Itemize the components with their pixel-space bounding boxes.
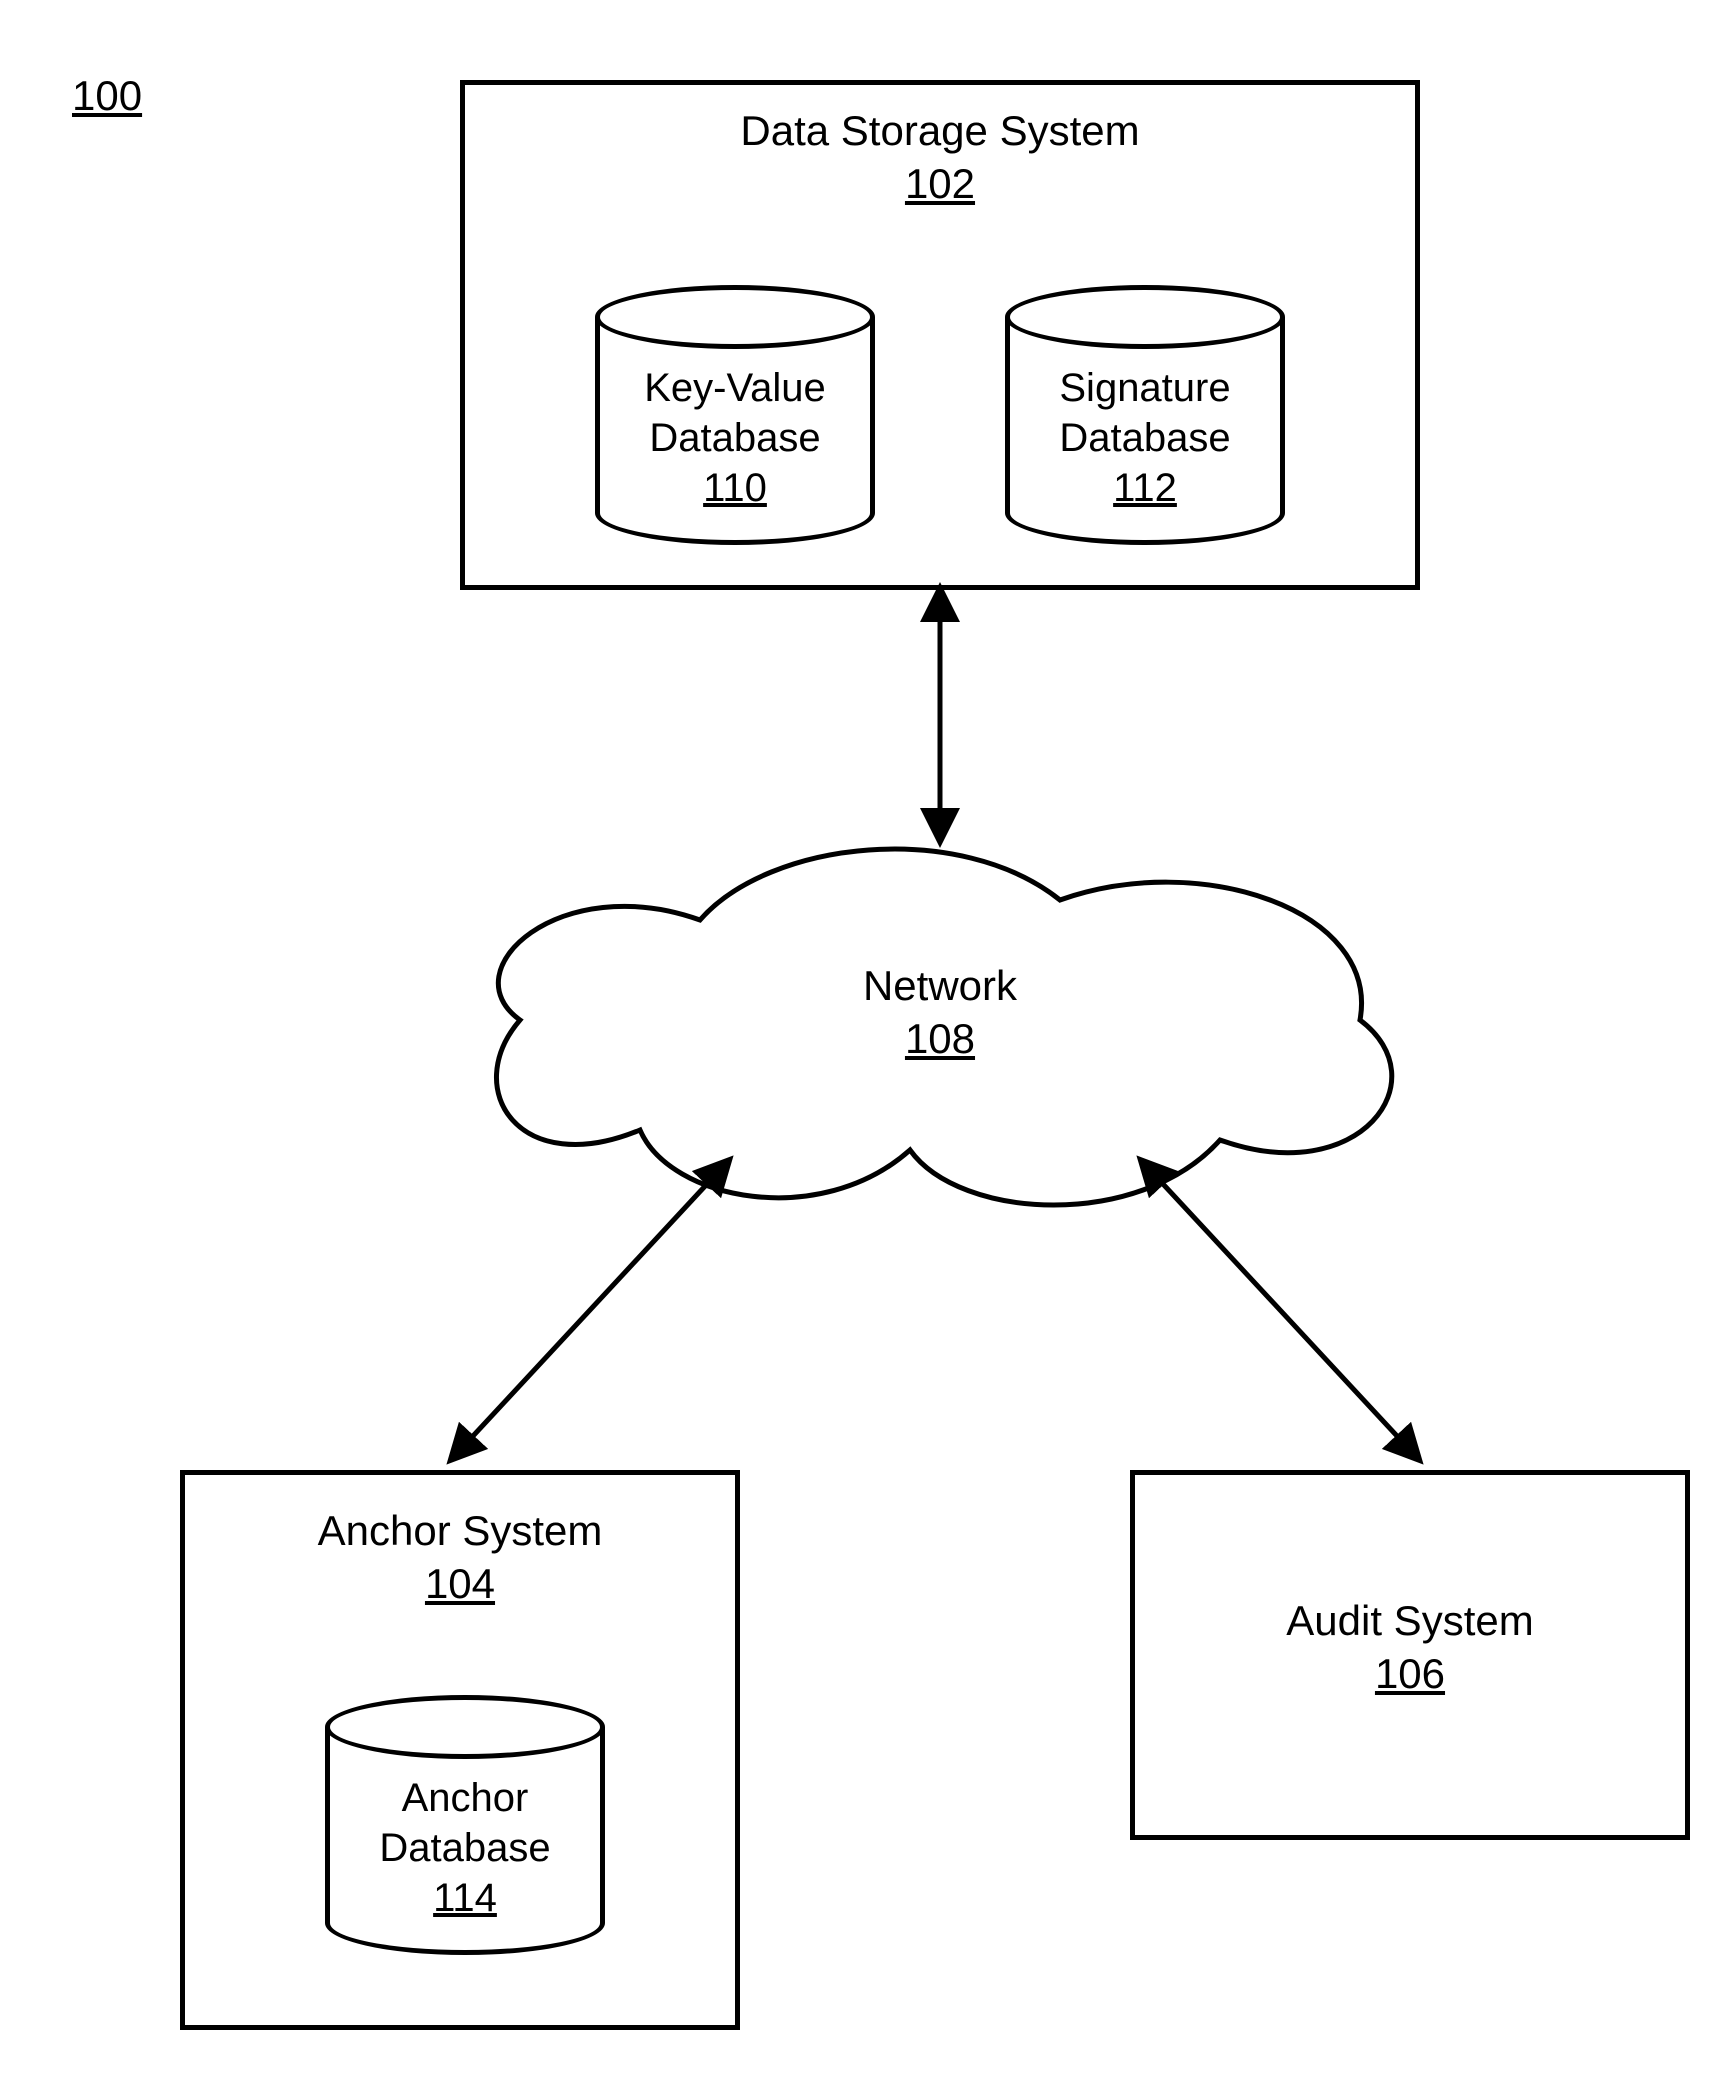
data-storage-system-box: Data Storage System 102 Key-Value Databa…	[460, 80, 1420, 590]
sig-db-line2: Database	[1059, 416, 1230, 460]
data-storage-system-ref: 102	[905, 158, 975, 211]
signature-database-cylinder: Signature Database 112	[1005, 285, 1285, 545]
sig-db-line1: Signature	[1059, 366, 1230, 410]
network-ref: 108	[905, 1015, 975, 1062]
anchor-database-label: Anchor Database 114	[325, 1773, 605, 1923]
kv-db-line1: Key-Value	[644, 366, 826, 410]
connector-dss-network	[920, 590, 960, 840]
connector-network-audit	[1120, 1150, 1440, 1470]
figure-number: 100	[72, 72, 142, 120]
data-storage-system-label: Data Storage System 102	[465, 105, 1415, 210]
anchor-system-name: Anchor System	[185, 1505, 735, 1558]
audit-system-ref: 106	[1375, 1648, 1445, 1701]
anchor-db-line2: Database	[379, 1826, 550, 1870]
key-value-database-label: Key-Value Database 110	[595, 363, 875, 513]
anchor-system-label: Anchor System 104	[185, 1505, 735, 1610]
db-top-ellipse	[325, 1695, 605, 1759]
anchor-database-cylinder: Anchor Database 114	[325, 1695, 605, 1955]
data-storage-system-name: Data Storage System	[465, 105, 1415, 158]
audit-system-box: Audit System 106	[1130, 1470, 1690, 1840]
anchor-db-line1: Anchor	[402, 1776, 529, 1820]
anchor-system-box: Anchor System 104 Anchor Database 114	[180, 1470, 740, 2030]
audit-system-label: Audit System 106	[1135, 1595, 1685, 1700]
sig-db-ref: 112	[1113, 466, 1177, 510]
network-name: Network	[863, 962, 1017, 1009]
key-value-database-cylinder: Key-Value Database 110	[595, 285, 875, 545]
diagram-canvas: 100 Data Storage System 102 Key-Value Da…	[0, 0, 1729, 2095]
signature-database-label: Signature Database 112	[1005, 363, 1285, 513]
db-top-ellipse	[1005, 285, 1285, 349]
audit-system-name: Audit System	[1135, 1595, 1685, 1648]
anchor-db-ref: 114	[433, 1876, 497, 1920]
kv-db-ref: 110	[703, 466, 767, 510]
network-label: Network 108	[440, 960, 1440, 1065]
anchor-system-ref: 104	[425, 1558, 495, 1611]
kv-db-line2: Database	[649, 416, 820, 460]
db-top-ellipse	[595, 285, 875, 349]
connector-network-anchor	[430, 1150, 750, 1470]
